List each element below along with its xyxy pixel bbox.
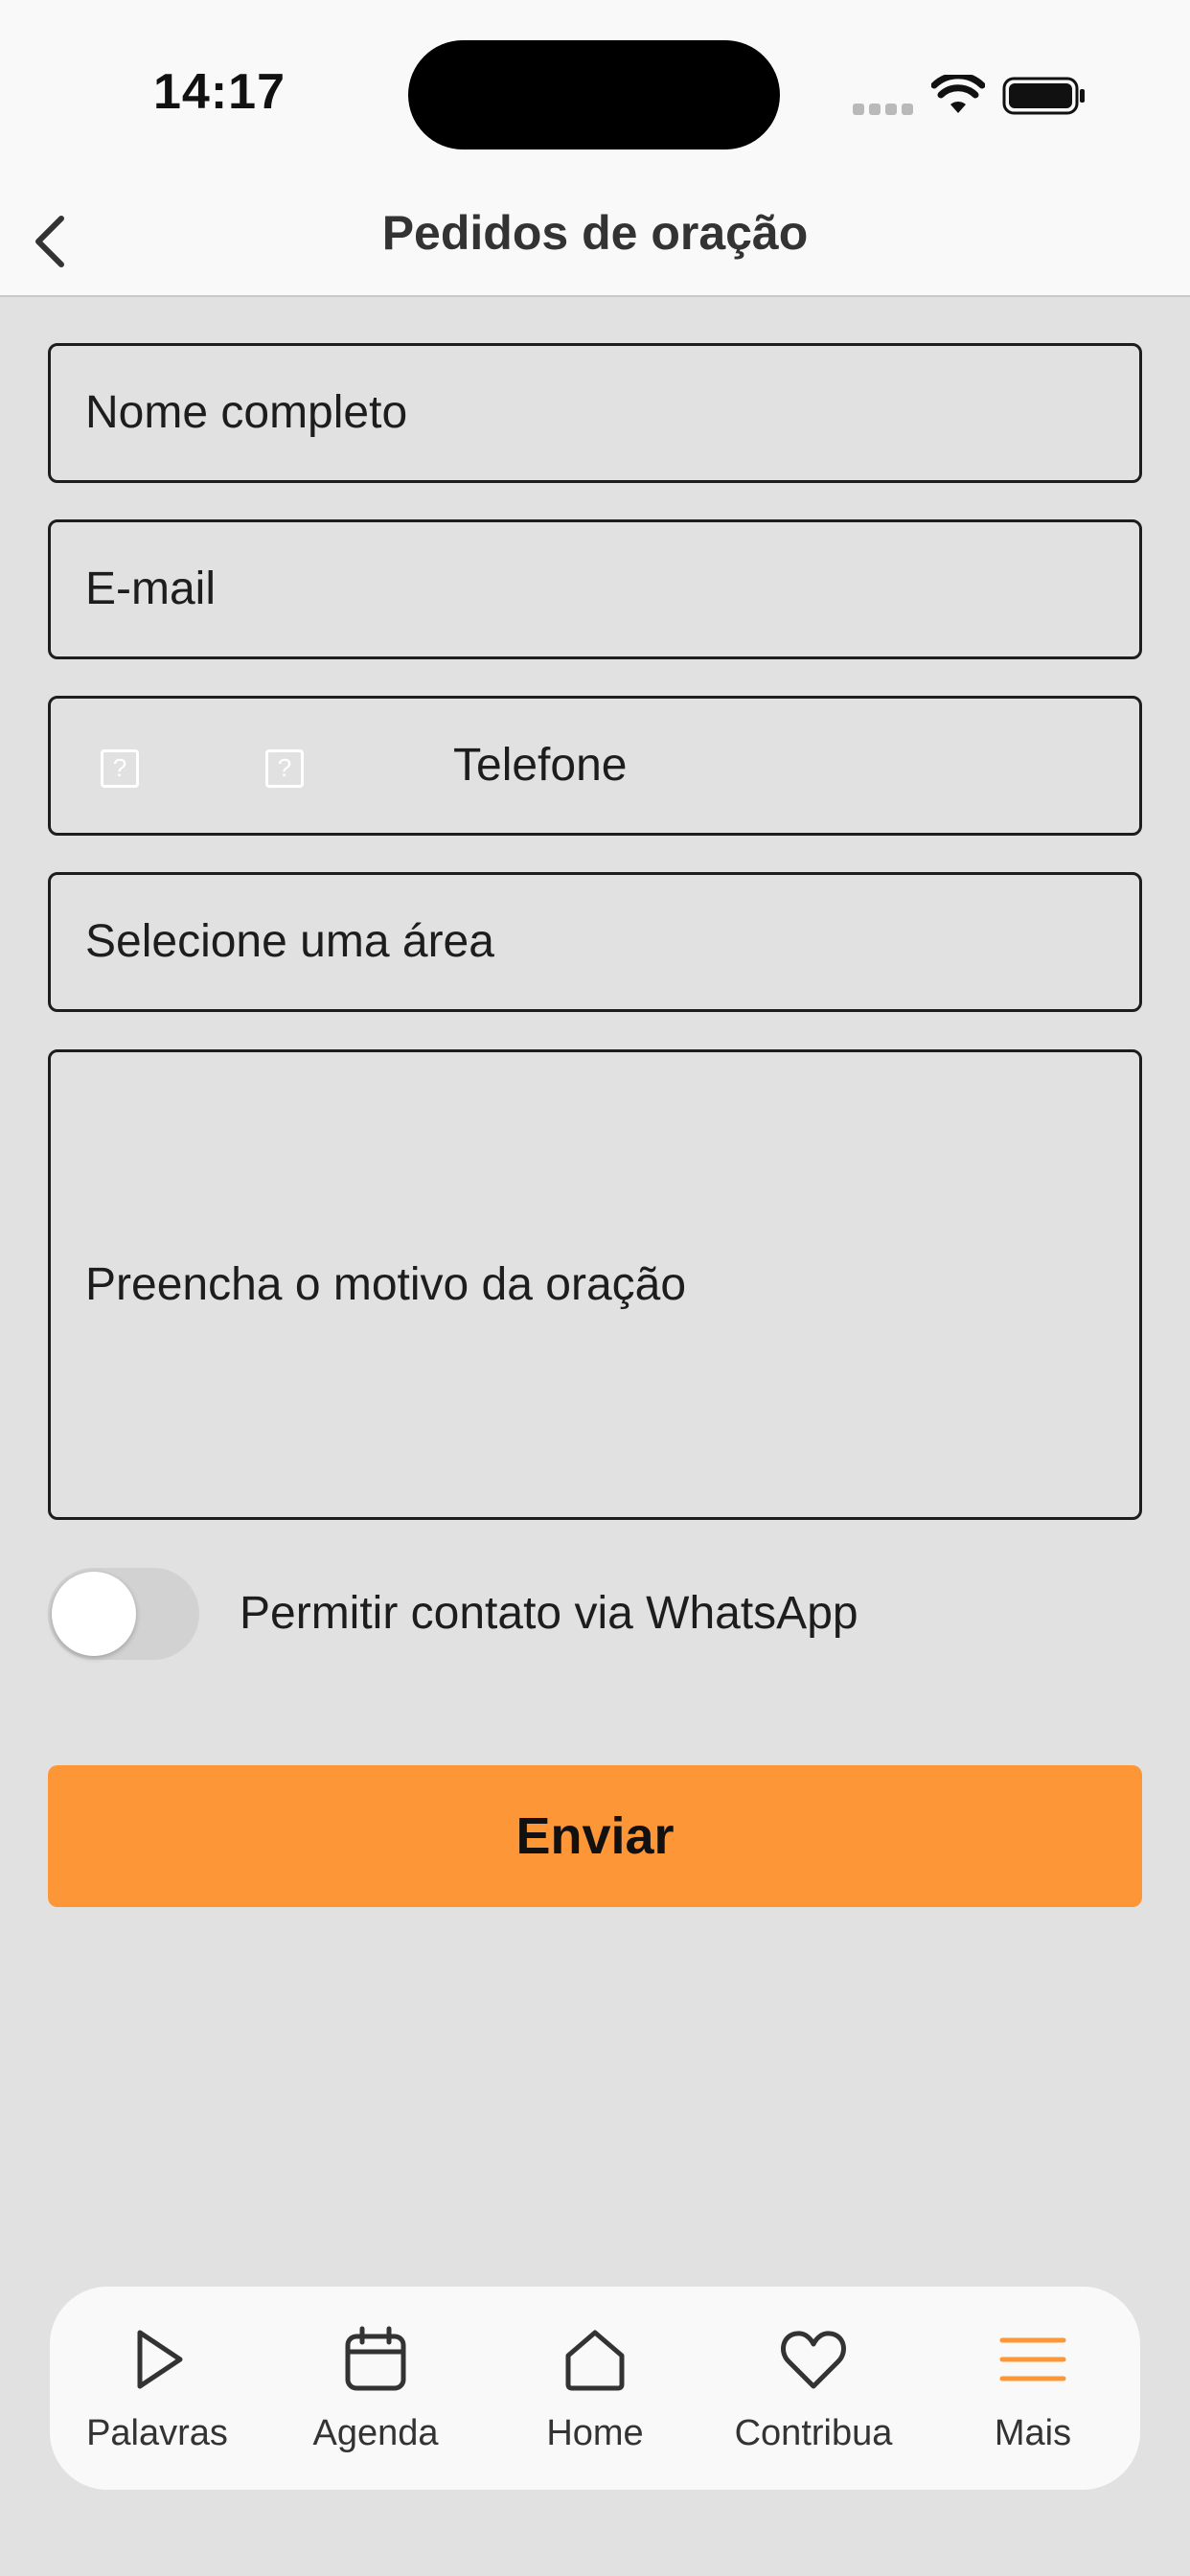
tab-label: Palavras bbox=[86, 2413, 228, 2453]
area-select[interactable]: Selecione uma área bbox=[48, 872, 1142, 1012]
wifi-icon bbox=[931, 75, 985, 113]
play-icon bbox=[137, 2330, 183, 2389]
phone-placeholder: Telefone bbox=[453, 740, 628, 791]
country-flag-icon[interactable]: ? bbox=[101, 749, 139, 788]
page-title: Pedidos de oração bbox=[381, 206, 809, 260]
whatsapp-toggle-label: Permitir contato via WhatsApp bbox=[240, 1588, 858, 1639]
cellular-signal-icon bbox=[853, 104, 914, 117]
tab-palavras[interactable]: Palavras bbox=[61, 2287, 253, 2490]
tab-contribua[interactable]: Contribua bbox=[718, 2287, 909, 2490]
area-placeholder: Selecione uma área bbox=[85, 916, 494, 967]
submit-button[interactable]: Enviar bbox=[48, 1765, 1142, 1907]
navigation-bar: Pedidos de oração bbox=[0, 182, 1190, 297]
tab-label: Contribua bbox=[734, 2413, 893, 2453]
prayer-reason-textarea[interactable]: Preencha o motivo da oração bbox=[48, 1049, 1142, 1520]
email-field[interactable]: E-mail bbox=[48, 519, 1142, 659]
tab-home[interactable]: Home bbox=[499, 2287, 691, 2490]
tab-label: Agenda bbox=[312, 2413, 439, 2453]
heart-icon bbox=[781, 2331, 846, 2389]
prayer-reason-placeholder: Preencha o motivo da oração bbox=[85, 1259, 687, 1310]
tab-label: Home bbox=[546, 2413, 644, 2453]
status-time: 14:17 bbox=[153, 64, 286, 120]
tab-agenda[interactable]: Agenda bbox=[280, 2287, 471, 2490]
phone-field[interactable]: ? ? Telefone bbox=[48, 696, 1142, 836]
status-bar: 14:17 bbox=[0, 0, 1190, 182]
tab-bar: Palavras Agenda Home Contribua Mais bbox=[50, 2287, 1140, 2490]
screen: 14:17 Pedidos de oração Nome completo E-… bbox=[0, 0, 1190, 2576]
tab-mais[interactable]: Mais bbox=[937, 2287, 1129, 2490]
home-icon bbox=[565, 2330, 625, 2391]
dropdown-icon[interactable]: ? bbox=[265, 749, 304, 788]
menu-icon bbox=[999, 2337, 1066, 2381]
calendar-icon bbox=[345, 2326, 406, 2391]
full-name-field[interactable]: Nome completo bbox=[48, 343, 1142, 483]
whatsapp-toggle[interactable] bbox=[48, 1568, 199, 1660]
battery-icon bbox=[1002, 77, 1085, 115]
dynamic-island bbox=[408, 40, 780, 150]
full-name-placeholder: Nome completo bbox=[85, 387, 408, 438]
tab-label: Mais bbox=[994, 2413, 1072, 2453]
email-placeholder: E-mail bbox=[85, 564, 217, 614]
toggle-knob bbox=[52, 1572, 136, 1656]
